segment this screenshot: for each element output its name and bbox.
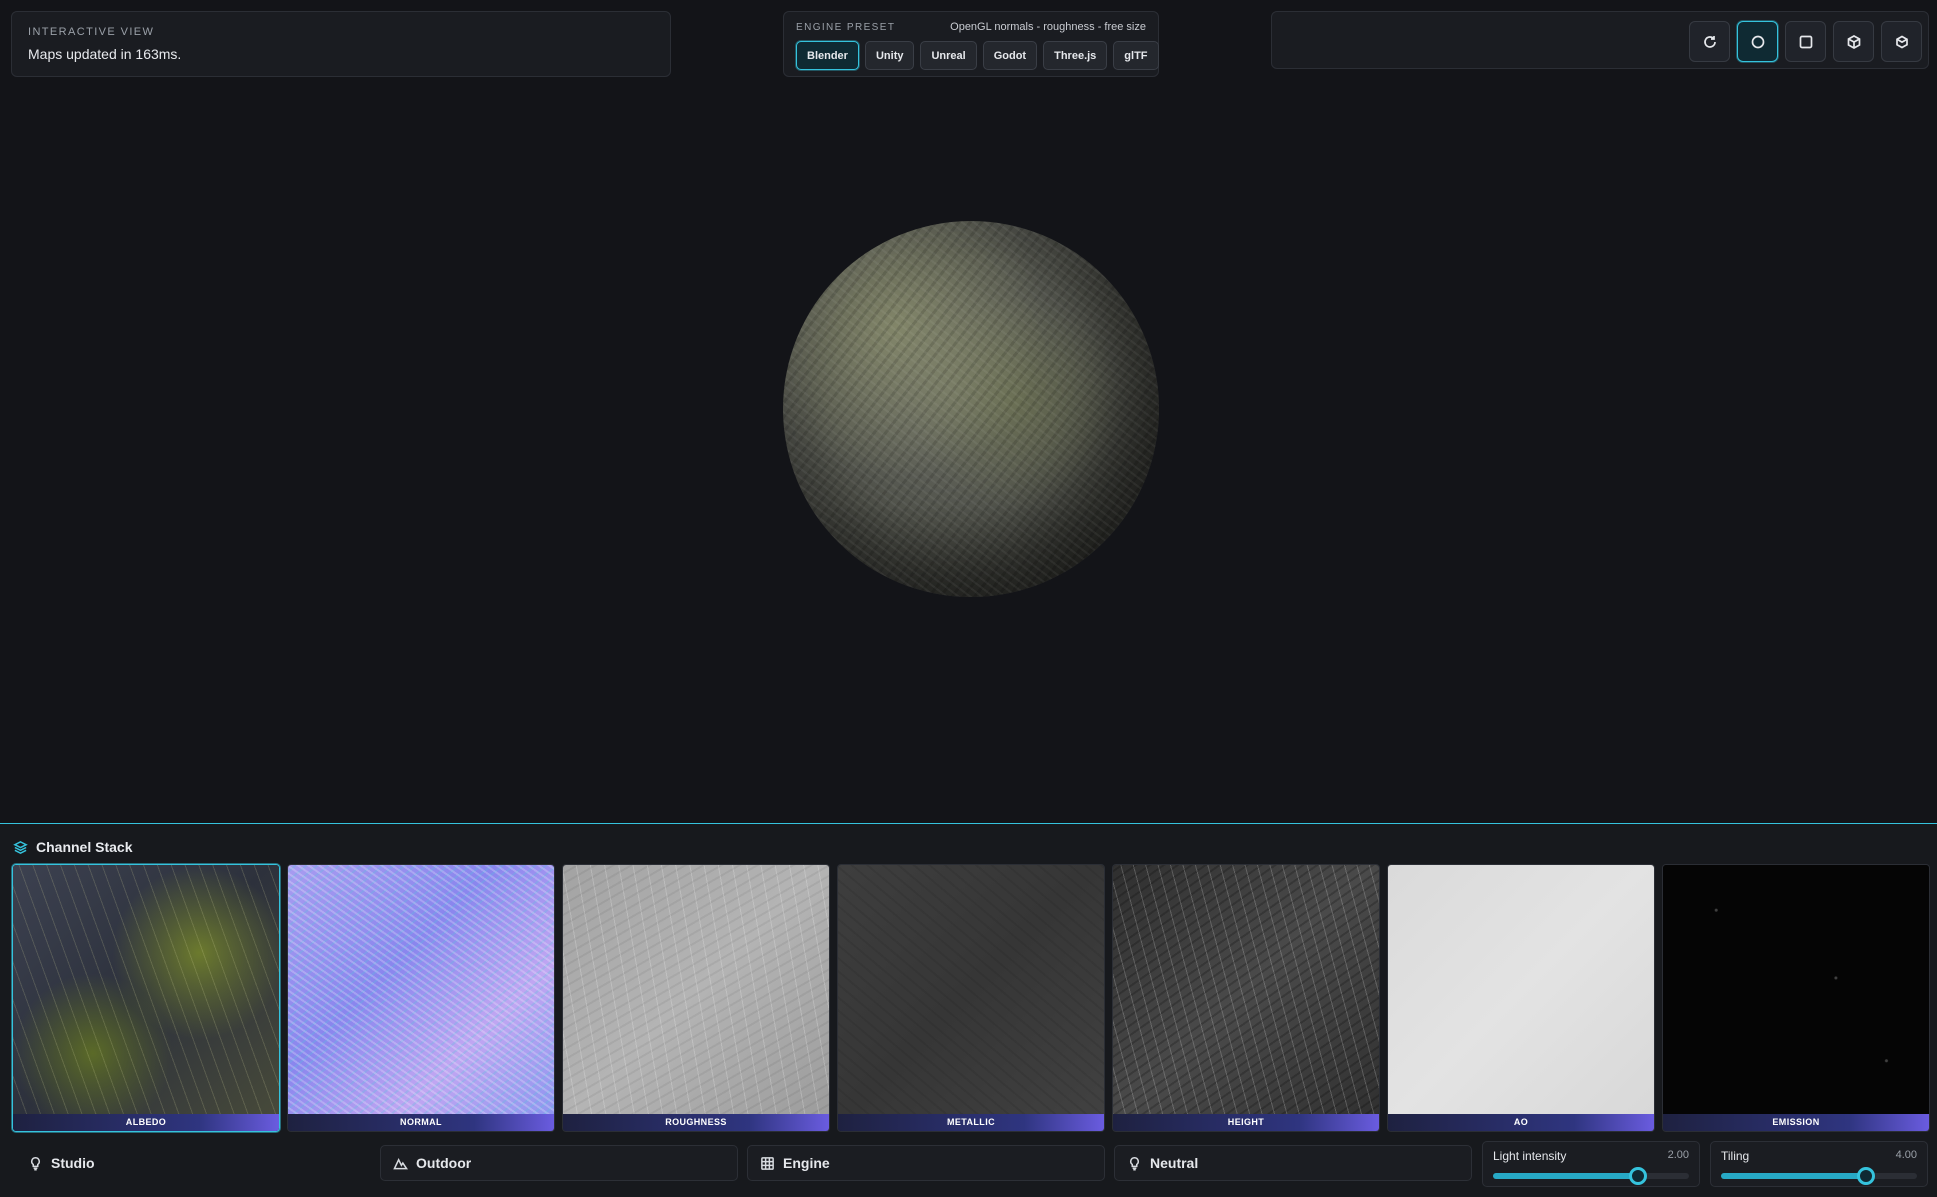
tiling-thumb[interactable] — [1857, 1167, 1876, 1185]
preset-gltf-button[interactable]: glTF — [1113, 41, 1159, 70]
interactive-view-panel: INTERACTIVE VIEW Maps updated in 163ms. — [11, 11, 671, 77]
height-thumbnail — [1113, 865, 1379, 1116]
3d-viewport[interactable] — [0, 80, 1937, 823]
preset-unity-button[interactable]: Unity — [864, 41, 915, 70]
channel-tile-ao[interactable]: AO — [1387, 864, 1655, 1132]
plane-icon — [1799, 35, 1812, 48]
channel-tile-roughness[interactable]: ROUGHNESS — [562, 864, 830, 1132]
refresh-icon — [1703, 35, 1716, 48]
tiling-value: 4.00 — [1895, 1149, 1917, 1161]
plane-preview-button[interactable] — [1785, 21, 1826, 62]
maps-status-text: Maps updated in 163ms. — [28, 46, 182, 62]
lightbulb-icon — [1130, 1156, 1139, 1170]
channel-stack-title: Channel Stack — [36, 839, 133, 855]
viewport-toolbar — [1271, 11, 1929, 69]
env-engine-button[interactable]: Engine — [747, 1145, 1105, 1181]
cube-icon — [1847, 34, 1860, 49]
preset-godot-button[interactable]: Godot — [982, 41, 1038, 70]
cube-preview-button[interactable] — [1833, 21, 1874, 62]
env-neutral-label: Neutral — [1150, 1155, 1199, 1171]
sphere-preview-button[interactable] — [1737, 21, 1778, 62]
preset-blender-button[interactable]: Blender — [796, 41, 859, 70]
light-intensity-fill — [1493, 1173, 1639, 1179]
light-intensity-value: 2.00 — [1667, 1149, 1689, 1161]
channel-tiles: ALBEDO NORMAL ROUGHNESS METALLIC HEIGHT … — [12, 864, 1930, 1132]
channel-tile-albedo[interactable]: ALBEDO — [12, 864, 280, 1132]
emission-thumbnail — [1663, 865, 1929, 1116]
channel-tile-normal[interactable]: NORMAL — [287, 864, 555, 1132]
env-outdoor-label: Outdoor — [416, 1155, 472, 1171]
light-intensity-control: Light intensity 2.00 — [1482, 1141, 1700, 1187]
channel-label: AO — [1388, 1114, 1654, 1131]
preset-threejs-button[interactable]: Three.js — [1043, 41, 1108, 70]
ao-thumbnail — [1388, 865, 1654, 1116]
channel-label: METALLIC — [838, 1114, 1104, 1131]
channel-label: NORMAL — [288, 1114, 554, 1131]
material-preview-sphere[interactable] — [783, 221, 1159, 597]
channel-label: ROUGHNESS — [563, 1114, 829, 1131]
channel-label: ALBEDO — [13, 1114, 279, 1131]
channel-tile-emission[interactable]: EMISSION — [1662, 864, 1930, 1132]
env-engine-label: Engine — [783, 1155, 830, 1171]
light-intensity-slider[interactable] — [1493, 1167, 1689, 1185]
layers-icon — [13, 840, 28, 854]
cube-alt-icon — [1895, 35, 1908, 48]
sphere-icon — [1751, 35, 1764, 48]
env-studio-button[interactable]: Studio — [15, 1145, 375, 1181]
env-studio-label: Studio — [51, 1155, 95, 1171]
env-outdoor-button[interactable]: Outdoor — [380, 1145, 738, 1181]
metallic-thumbnail — [838, 865, 1104, 1116]
normal-thumbnail — [288, 865, 554, 1116]
channel-tile-height[interactable]: HEIGHT — [1112, 864, 1380, 1132]
engine-preset-description: OpenGL normals - roughness - free size — [950, 21, 1146, 33]
channel-label: EMISSION — [1663, 1114, 1929, 1131]
app-root: INTERACTIVE VIEW Maps updated in 163ms. … — [0, 0, 1937, 1197]
lightbulb-icon — [31, 1156, 40, 1170]
roughness-thumbnail — [563, 865, 829, 1116]
env-neutral-button[interactable]: Neutral — [1114, 1145, 1472, 1181]
environment-bar: Studio Outdoor Engine Neutral Light inte… — [0, 1138, 1937, 1197]
reset-view-button[interactable] — [1689, 21, 1730, 62]
channel-tile-metallic[interactable]: METALLIC — [837, 864, 1105, 1132]
engine-preset-options: Blender Unity Unreal Godot Three.js glTF — [796, 41, 1159, 70]
interactive-view-title: INTERACTIVE VIEW — [28, 26, 155, 38]
channel-label: HEIGHT — [1113, 1114, 1379, 1131]
tiling-fill — [1721, 1173, 1867, 1179]
mountain-icon — [393, 1157, 408, 1169]
albedo-thumbnail — [13, 865, 279, 1116]
tiling-control: Tiling 4.00 — [1710, 1141, 1928, 1187]
preset-unreal-button[interactable]: Unreal — [920, 41, 977, 70]
light-intensity-thumb[interactable] — [1629, 1167, 1648, 1185]
light-intensity-label: Light intensity — [1493, 1149, 1567, 1163]
grid-icon — [761, 1156, 774, 1170]
channel-stack-panel: Channel Stack ALBEDO NORMAL ROUGHNESS ME… — [0, 823, 1937, 1197]
tiling-slider[interactable] — [1721, 1167, 1917, 1185]
mesh-preview-button[interactable] — [1881, 21, 1922, 62]
tiling-label: Tiling — [1721, 1149, 1750, 1163]
engine-preset-panel: ENGINE PRESET OpenGL normals - roughness… — [783, 11, 1159, 77]
engine-preset-title: ENGINE PRESET — [796, 21, 896, 33]
